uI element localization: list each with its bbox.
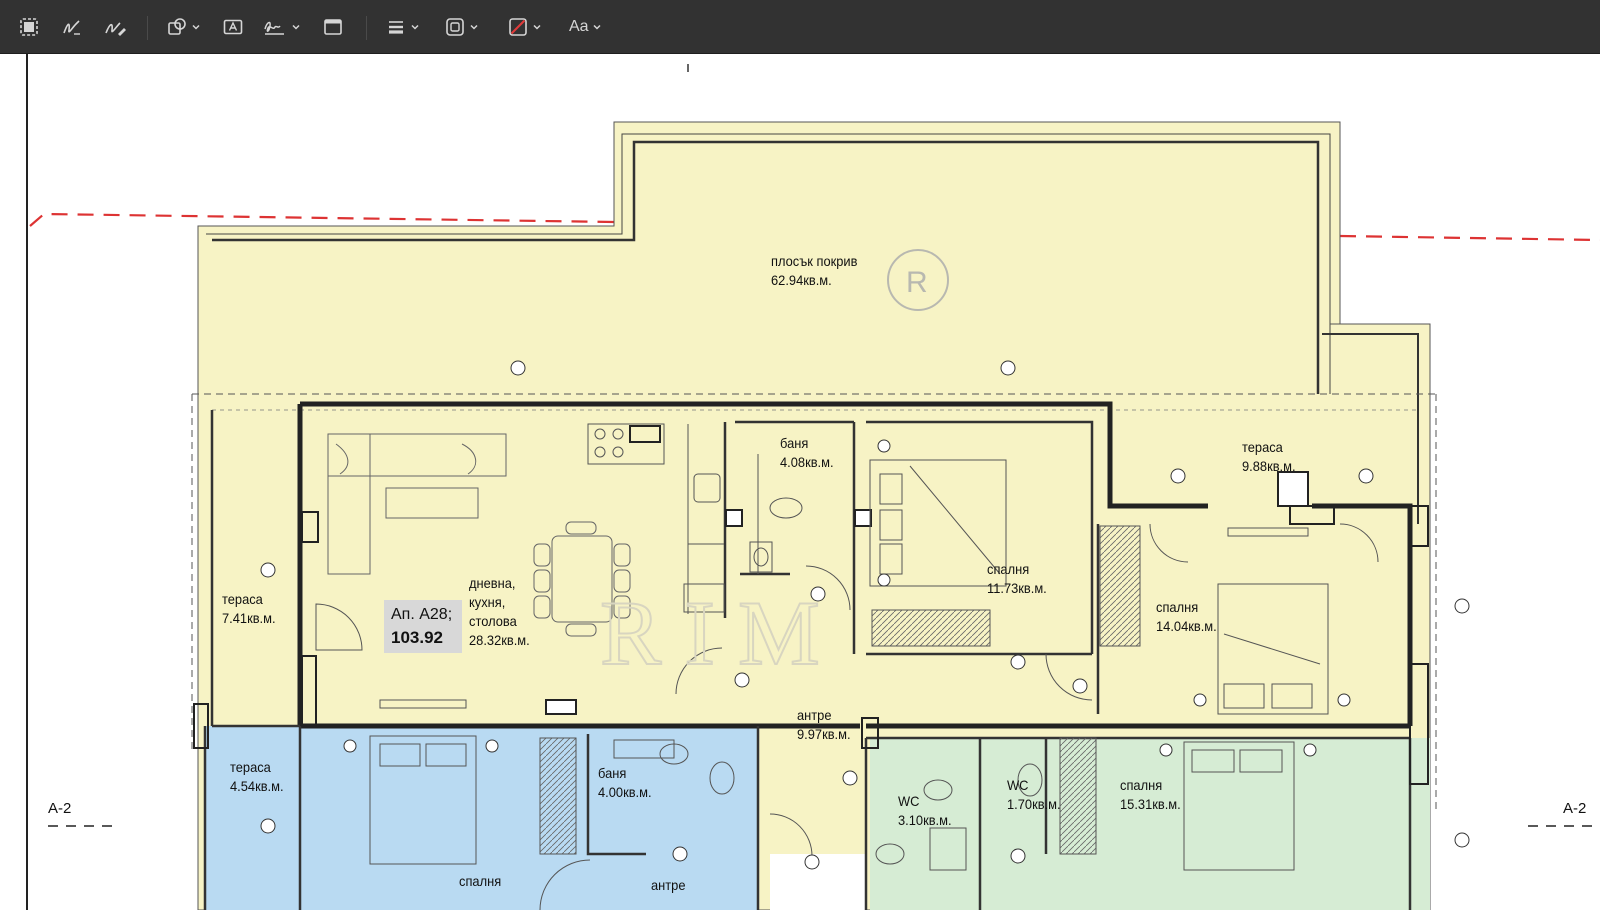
room-name: спалня — [1120, 777, 1163, 793]
room-terrace-left: тераса 7.41кв.м. — [222, 590, 276, 628]
selection-tool-button[interactable] — [18, 13, 40, 41]
note-tool-button[interactable] — [322, 13, 344, 41]
section-mark-left: A-2 — [48, 800, 72, 817]
selection-icon — [20, 18, 38, 36]
chevron-down-icon — [292, 24, 300, 30]
chevron-down-icon — [411, 24, 419, 30]
room-name: антре — [651, 877, 686, 893]
room-area: 9.97кв.м. — [797, 726, 851, 742]
room-name: тераса — [230, 759, 271, 775]
shape-style-menu-button[interactable] — [385, 13, 420, 41]
section-mark-right: A-2 — [1563, 800, 1587, 817]
room-living: дневна, кухня, столова 28.32кв.м. — [469, 574, 530, 650]
room-wc-2: WC 1.70кв.м. — [1007, 776, 1061, 814]
room-area: 14.04кв.м. — [1156, 618, 1217, 634]
room-flat-roof: плосък покрив 62.94кв.м. — [771, 252, 857, 290]
room-area: 7.41кв.м. — [222, 610, 276, 626]
text-style-label: Aa — [569, 18, 589, 35]
room-name: спалня — [987, 561, 1030, 577]
room-area: 9.88кв.м. — [1242, 458, 1296, 474]
note-icon — [324, 19, 342, 35]
room-terrace-bottom-left: тераса 4.54кв.м. — [230, 758, 284, 796]
room-entrance: антре 9.97кв.м. — [797, 706, 851, 744]
sketch-icon — [63, 20, 80, 35]
room-area: 4.54кв.м. — [230, 778, 284, 794]
room-terrace-right: тераса 9.88кв.м. — [1242, 438, 1296, 476]
room-bedroom-right: спалня 14.04кв.м. — [1156, 598, 1217, 636]
room-name: спалня — [459, 873, 502, 889]
room-name: спалня — [1156, 599, 1199, 615]
border-color-icon — [446, 18, 464, 36]
svg-text:R I M: R I M — [600, 582, 820, 684]
room-area: 62.94кв.м. — [771, 272, 832, 288]
apartment-code: Ап. А28; — [391, 606, 453, 623]
room-wc-1: WC 3.10кв.м. — [898, 792, 952, 830]
draw-tool-button[interactable] — [103, 13, 127, 41]
fill-color-menu-button[interactable] — [507, 13, 542, 41]
room-area: 3.10кв.м. — [898, 812, 952, 828]
room-name: WC — [898, 793, 920, 809]
text-box-icon — [223, 19, 243, 35]
fill-color-icon — [509, 18, 527, 36]
apartment-badge: Ап. А28; 103.92 — [384, 600, 462, 653]
room-area: 4.08кв.м. — [780, 454, 834, 470]
room-name: столова — [469, 613, 517, 629]
room-bedroom-mid: спалня 11.73кв.м. — [987, 560, 1047, 598]
apartment-area: 103.92 — [391, 628, 443, 647]
room-area: 1.70кв.м. — [1007, 796, 1061, 812]
shape-style-icon — [389, 21, 403, 34]
room-name: баня — [598, 765, 627, 781]
room-name: тераса — [222, 591, 263, 607]
room-name: кухня, — [469, 594, 506, 610]
markup-toolbar: Aa — [0, 0, 1600, 54]
text-box-tool-button[interactable] — [222, 13, 244, 41]
room-name: баня — [780, 435, 809, 451]
room-area: 15.31кв.м. — [1120, 796, 1181, 812]
toolbar-divider — [147, 16, 148, 40]
signature-menu-button[interactable] — [262, 13, 301, 41]
room-bedroom-bottom: спалня — [459, 872, 501, 891]
toolbar-divider — [366, 16, 367, 40]
document-canvas[interactable]: R R I M Ап. А28; 103.92 плосък покрив 62… — [0, 54, 1600, 910]
signature-icon — [264, 21, 284, 35]
room-entrance-bottom: антре — [651, 876, 686, 895]
draw-icon — [105, 22, 126, 36]
room-name: плосък покрив — [771, 253, 858, 269]
room-name: тераса — [1242, 439, 1283, 455]
chevron-down-icon — [470, 24, 478, 30]
room-name: антре — [797, 707, 832, 723]
chevron-down-icon — [593, 24, 601, 30]
room-area: 4.00кв.м. — [598, 784, 652, 800]
border-color-menu-button[interactable] — [444, 13, 479, 41]
svg-text:R: R — [906, 266, 928, 299]
sketch-tool-button[interactable] — [60, 13, 84, 41]
chevron-down-icon — [192, 24, 200, 30]
room-bath-bottom: баня 4.00кв.м. — [598, 764, 652, 802]
room-name: WC — [1007, 777, 1029, 793]
room-name: дневна, — [469, 575, 516, 591]
chevron-down-icon — [533, 24, 541, 30]
room-bedroom-bottom-right: спалня 15.31кв.м. — [1120, 776, 1181, 814]
text-style-menu-button[interactable]: Aa — [569, 13, 602, 41]
room-area: 11.73кв.м. — [987, 580, 1047, 596]
shapes-menu-button[interactable] — [166, 13, 201, 41]
room-area: 28.32кв.м. — [469, 632, 530, 648]
shapes-icon — [168, 18, 186, 35]
room-bath-top: баня 4.08кв.м. — [780, 434, 834, 472]
